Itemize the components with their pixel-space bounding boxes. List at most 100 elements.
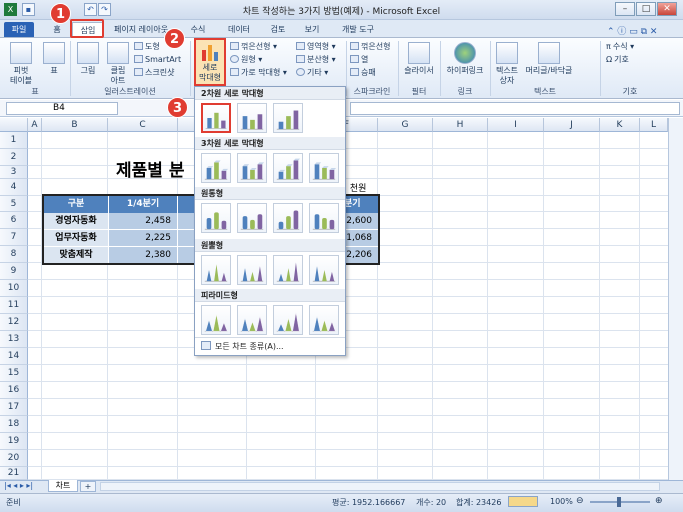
vertical-scrollbar[interactable] bbox=[668, 118, 683, 480]
view-buttons[interactable] bbox=[508, 496, 538, 507]
row-header-21[interactable]: 21 bbox=[0, 467, 28, 480]
pivot-table-button[interactable]: 피벗 테이블 bbox=[4, 42, 38, 86]
table-row-q1[interactable]: 2,458 bbox=[109, 213, 177, 229]
formula-input[interactable] bbox=[350, 102, 680, 115]
picture-button[interactable]: 그림 bbox=[74, 42, 102, 76]
column-header-a[interactable]: A bbox=[28, 118, 42, 132]
table-button[interactable]: 표 bbox=[40, 42, 68, 76]
chart-thumb-column-3d-4[interactable] bbox=[309, 153, 339, 183]
chart-thumb-cylinder-1[interactable] bbox=[201, 203, 231, 233]
minimize-button[interactable]: – bbox=[615, 2, 635, 16]
row-header-16[interactable]: 16 bbox=[0, 382, 28, 399]
close-button[interactable]: ✕ bbox=[657, 2, 677, 16]
chart-thumb-column-2d-1[interactable] bbox=[201, 103, 231, 133]
table-header-q1[interactable]: 1/4분기 bbox=[109, 196, 177, 213]
table-row-name[interactable]: 맞춤제작 bbox=[44, 247, 108, 263]
chart-thumb-cone-2[interactable] bbox=[237, 255, 267, 285]
screenshot-button[interactable]: 스크린샷 bbox=[134, 67, 174, 79]
bar-chart-button[interactable]: 가로 막대형 ▾ bbox=[230, 67, 287, 79]
hyperlink-button[interactable]: 하이퍼링크 bbox=[444, 42, 486, 76]
smartart-button[interactable]: SmartArt bbox=[134, 54, 181, 66]
other-chart-button[interactable]: 기타 ▾ bbox=[296, 67, 328, 79]
row-header-1[interactable]: 1 bbox=[0, 132, 28, 149]
horizontal-scrollbar[interactable] bbox=[100, 482, 660, 491]
shapes-button[interactable]: 도형 bbox=[134, 41, 160, 53]
scatter-chart-button[interactable]: 분산형 ▾ bbox=[296, 54, 336, 66]
chart-thumb-cone-1[interactable] bbox=[201, 255, 231, 285]
row-header-13[interactable]: 13 bbox=[0, 331, 28, 348]
row-header-15[interactable]: 15 bbox=[0, 365, 28, 382]
column-header-g[interactable]: G bbox=[378, 118, 433, 132]
tab-review[interactable]: 검토 bbox=[266, 22, 290, 37]
table-row-name[interactable]: 경영자동화 bbox=[44, 213, 108, 229]
area-chart-button[interactable]: 영역형 ▾ bbox=[296, 41, 336, 53]
tab-formulas[interactable]: 수식 bbox=[186, 22, 210, 37]
row-header-7[interactable]: 7 bbox=[0, 229, 28, 246]
zoom-in-icon[interactable]: ⊕ bbox=[655, 497, 663, 506]
row-header-12[interactable]: 12 bbox=[0, 314, 28, 331]
row-header-17[interactable]: 17 bbox=[0, 399, 28, 416]
row-header-11[interactable]: 11 bbox=[0, 297, 28, 314]
sheet-tab-chart[interactable]: 차트 bbox=[48, 480, 78, 492]
column-header-h[interactable]: H bbox=[433, 118, 488, 132]
tab-developer[interactable]: 개발 도구 bbox=[336, 22, 380, 37]
line-chart-button[interactable]: 꺾은선형 ▾ bbox=[230, 41, 277, 53]
chart-thumb-column-2d-3[interactable] bbox=[273, 103, 303, 133]
chart-thumb-cone-3[interactable] bbox=[273, 255, 303, 285]
column-header-i[interactable]: I bbox=[488, 118, 544, 132]
row-header-6[interactable]: 6 bbox=[0, 212, 28, 229]
chart-thumb-pyramid-1[interactable] bbox=[201, 305, 231, 335]
chart-thumb-cone-4[interactable] bbox=[309, 255, 339, 285]
chart-thumb-pyramid-2[interactable] bbox=[237, 305, 267, 335]
chart-thumb-cylinder-4[interactable] bbox=[309, 203, 339, 233]
chart-thumb-column-3d-1[interactable] bbox=[201, 153, 231, 183]
tab-view[interactable]: 보기 bbox=[300, 22, 324, 37]
row-header-19[interactable]: 19 bbox=[0, 433, 28, 450]
row-header-18[interactable]: 18 bbox=[0, 416, 28, 433]
chart-thumb-pyramid-3[interactable] bbox=[273, 305, 303, 335]
row-header-5[interactable]: 5 bbox=[0, 196, 28, 212]
chart-thumb-column-3d-2[interactable] bbox=[237, 153, 267, 183]
tab-data[interactable]: 데이터 bbox=[222, 22, 256, 37]
chart-thumb-cylinder-3[interactable] bbox=[273, 203, 303, 233]
tab-home[interactable]: 홈 bbox=[48, 22, 66, 37]
table-row-q1[interactable]: 2,380 bbox=[109, 247, 177, 263]
column-header-b[interactable]: B bbox=[42, 118, 108, 132]
table-row-name[interactable]: 업무자동화 bbox=[44, 230, 108, 246]
equation-button[interactable]: π 수식 ▾ bbox=[606, 41, 634, 53]
row-header-9[interactable]: 9 bbox=[0, 263, 28, 280]
chart-thumb-column-3d-3[interactable] bbox=[273, 153, 303, 183]
table-row-q2[interactable] bbox=[178, 230, 194, 246]
row-header-20[interactable]: 20 bbox=[0, 450, 28, 467]
header-footer-button[interactable]: 머리글/바닥글 bbox=[522, 42, 576, 76]
row-header-3[interactable]: 3 bbox=[0, 166, 28, 179]
sparkline-column-button[interactable]: 열 bbox=[350, 54, 368, 66]
table-row-q1[interactable]: 2,225 bbox=[109, 230, 177, 246]
chart-thumb-column-2d-2[interactable] bbox=[237, 103, 267, 133]
sheet-nav-arrows-icon[interactable]: |◂ ◂ ▸ ▸| bbox=[4, 481, 33, 490]
pie-chart-button[interactable]: 원형 ▾ bbox=[230, 54, 262, 66]
table-row-q2[interactable] bbox=[178, 247, 194, 263]
column-chart-button[interactable]: 세로 막대형 bbox=[194, 38, 226, 86]
zoom-level[interactable]: 100% bbox=[550, 497, 573, 506]
column-header-k[interactable]: K bbox=[600, 118, 640, 132]
column-header-j[interactable]: J bbox=[544, 118, 600, 132]
row-header-14[interactable]: 14 bbox=[0, 348, 28, 365]
all-chart-types-link[interactable]: 모든 차트 종류(A)... bbox=[195, 337, 345, 355]
sparkline-line-button[interactable]: 꺾은선형 bbox=[350, 41, 390, 53]
table-row-q2[interactable] bbox=[178, 213, 194, 229]
zoom-out-icon[interactable]: ⊖ bbox=[576, 497, 584, 506]
name-box[interactable]: B4 bbox=[6, 102, 118, 115]
column-header-c[interactable]: C bbox=[108, 118, 178, 132]
row-header-2[interactable]: 2 bbox=[0, 149, 28, 166]
sparkline-winloss-button[interactable]: 승패 bbox=[350, 67, 376, 79]
clipart-button[interactable]: 클립 아트 bbox=[104, 42, 132, 86]
chart-thumb-cylinder-2[interactable] bbox=[237, 203, 267, 233]
column-header-l[interactable]: L bbox=[640, 118, 668, 132]
help-icon[interactable]: ⌃ ⓘ ▭ ⧉ ✕ bbox=[607, 24, 657, 37]
row-header-10[interactable]: 10 bbox=[0, 280, 28, 297]
select-all-corner[interactable] bbox=[0, 118, 28, 132]
new-sheet-icon[interactable]: + bbox=[80, 481, 96, 492]
symbol-button[interactable]: Ω 기호 bbox=[606, 54, 629, 66]
textbox-button[interactable]: 텍스트 상자 bbox=[494, 42, 520, 86]
